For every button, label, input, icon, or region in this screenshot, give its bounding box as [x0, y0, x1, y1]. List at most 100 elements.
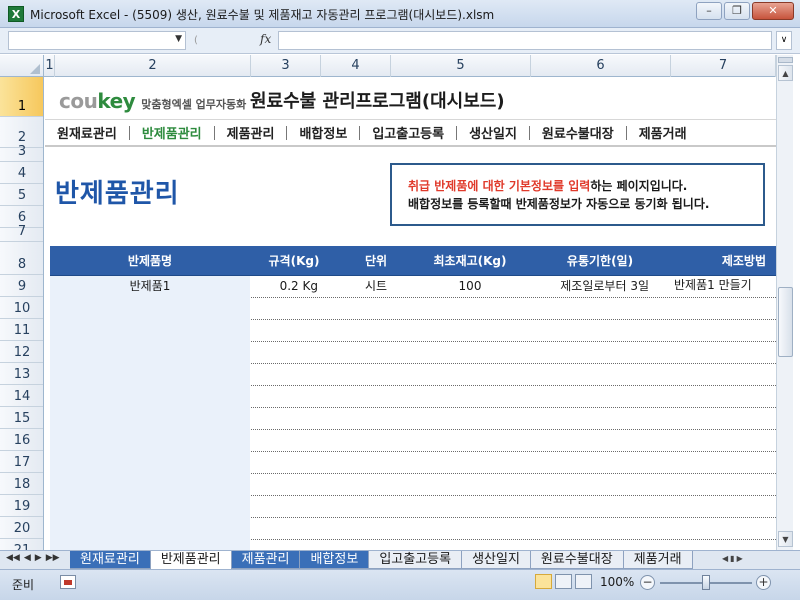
row-header-cell[interactable]: 17 [0, 451, 43, 473]
row-header-cell[interactable]: 21 [0, 539, 43, 550]
nav-item-formula-info[interactable]: 배합정보 [287, 123, 359, 142]
cell-initial-stock[interactable]: 100 [414, 276, 526, 298]
scroll-thumb[interactable] [778, 287, 793, 357]
table-row[interactable] [50, 386, 776, 408]
zoom-out-button[interactable]: − [640, 575, 655, 590]
table-row[interactable] [50, 518, 776, 540]
restore-button[interactable]: ❐ [724, 2, 750, 20]
insert-function-button[interactable]: fx [260, 32, 271, 46]
column-header-cell[interactable]: 4 [321, 55, 391, 77]
table-row[interactable] [50, 496, 776, 518]
zoom-in-button[interactable]: + [756, 575, 771, 590]
close-button[interactable]: ✕ [752, 2, 794, 20]
table-header-cell[interactable]: 규격(Kg) [250, 246, 338, 276]
row-header-cell[interactable]: 11 [0, 319, 43, 341]
page-layout-view-button[interactable] [555, 574, 572, 589]
record-macro-icon[interactable] [60, 575, 76, 589]
horizontal-scrollbar[interactable]: ◀ ▮ ▶ [722, 554, 778, 567]
row-header-cell[interactable]: 16 [0, 429, 43, 451]
first-sheet-icon[interactable]: ◀◀ [6, 553, 20, 563]
table-row[interactable]: 반제품1 0.2 Kg 시트 100 제조일로부터 3일 반제품1 만들기 [50, 276, 776, 298]
zoom-level[interactable]: 100% [600, 575, 634, 589]
scroll-right-icon[interactable]: ▶ [737, 554, 743, 567]
table-header-cell[interactable]: 제조방법 [674, 246, 776, 276]
tab-raw-material[interactable]: 원재료관리 [70, 551, 151, 569]
column-header-cell[interactable]: 7 [671, 55, 776, 77]
scroll-left-icon[interactable]: ◀ [722, 554, 728, 567]
last-sheet-icon[interactable]: ▶▶ [46, 553, 60, 563]
nav-item-product[interactable]: 제품관리 [215, 123, 287, 142]
table-header-cell[interactable]: 반제품명 [50, 246, 250, 276]
row-header-cell[interactable]: 12 [0, 341, 43, 363]
row-header-cell[interactable]: 10 [0, 297, 43, 319]
table-row[interactable] [50, 540, 776, 550]
row-header-cell[interactable]: 18 [0, 473, 43, 495]
table-row[interactable] [50, 298, 776, 320]
vertical-scrollbar[interactable]: ▲ ▼ [776, 55, 793, 550]
row-header-cell[interactable]: 4 [0, 162, 43, 184]
name-box[interactable]: ▼ [8, 31, 186, 50]
row-header-cell[interactable]: 3 [0, 144, 43, 162]
cell-unit[interactable]: 시트 [338, 276, 414, 298]
row-header-cell[interactable]: 19 [0, 495, 43, 517]
row-header-cell[interactable]: 13 [0, 363, 43, 385]
select-all-button[interactable] [0, 55, 44, 77]
nav-item-production-log[interactable]: 생산일지 [457, 123, 529, 142]
chevron-down-icon[interactable]: ▼ [175, 34, 182, 44]
tab-inout-register[interactable]: 입고출고등록 [369, 551, 463, 569]
row-header-cell[interactable]: 1 [0, 77, 43, 117]
nav-item-raw-material[interactable]: 원재료관리 [45, 123, 129, 142]
cell-semi-product-name[interactable]: 반제품1 [50, 276, 250, 298]
cell-shelf-life[interactable]: 제조일로부터 3일 [526, 276, 674, 298]
split-handle[interactable] [778, 57, 793, 63]
formula-cancel-icon[interactable]: ( [194, 35, 198, 46]
tab-ledger[interactable]: 원료수불대장 [530, 551, 624, 569]
scroll-up-icon[interactable]: ▲ [778, 65, 793, 81]
row-header-cell[interactable]: 20 [0, 517, 43, 539]
table-header-cell[interactable]: 최초재고(Kg) [414, 246, 526, 276]
minimize-button[interactable]: – [696, 2, 722, 20]
table-row[interactable] [50, 364, 776, 386]
column-header-cell[interactable]: 3 [251, 55, 321, 77]
table-header-cell[interactable]: 단위 [338, 246, 414, 276]
column-header-cell[interactable]: 1 [45, 55, 55, 77]
table-row[interactable] [50, 342, 776, 364]
scroll-down-icon[interactable]: ▼ [778, 531, 793, 547]
column-header-cell[interactable]: 6 [531, 55, 671, 77]
expand-formula-button[interactable]: ∨ [776, 31, 792, 50]
table-row[interactable] [50, 408, 776, 430]
table-row[interactable] [50, 452, 776, 474]
cell-method[interactable]: 반제품1 만들기 [674, 276, 776, 298]
nav-item-inout-register[interactable]: 입고출고등록 [360, 123, 456, 142]
row-header-cell[interactable]: 7 [0, 224, 43, 242]
row-header-cell[interactable]: 5 [0, 184, 43, 206]
zoom-slider-thumb[interactable] [702, 575, 710, 590]
next-sheet-icon[interactable]: ▶ [35, 553, 42, 563]
row-header-cell[interactable]: 8 [0, 242, 43, 275]
row-header-cell[interactable]: 14 [0, 385, 43, 407]
worksheet[interactable]: cou key 맞춤형엑셀 업무자동화 원료수불 관리프로그램(대시보드) 원재… [45, 77, 776, 550]
formula-input[interactable] [278, 31, 772, 50]
table-row[interactable] [50, 320, 776, 342]
nav-item-ledger[interactable]: 원료수불대장 [530, 123, 626, 142]
excel-app-icon[interactable]: X [8, 6, 24, 22]
normal-view-button[interactable] [535, 574, 552, 589]
page-break-view-button[interactable] [575, 574, 592, 589]
table-row[interactable] [50, 474, 776, 496]
tab-formula-info[interactable]: 배합정보 [300, 551, 370, 569]
nav-item-semi-product[interactable]: 반제품관리 [130, 123, 214, 142]
tab-semi-product[interactable]: 반제품관리 [150, 551, 232, 569]
prev-sheet-icon[interactable]: ◀ [24, 553, 31, 563]
table-header-cell[interactable]: 유통기한(일) [526, 246, 674, 276]
column-header-cell[interactable]: 5 [391, 55, 531, 77]
column-header-cell[interactable]: 2 [55, 55, 251, 77]
scroll-track[interactable]: ▮ [730, 554, 734, 567]
row-header-cell[interactable]: 15 [0, 407, 43, 429]
cell-spec[interactable]: 0.2 Kg [250, 276, 318, 298]
table-row[interactable] [50, 430, 776, 452]
nav-item-product-trade[interactable]: 제품거래 [627, 123, 699, 142]
tab-production-log[interactable]: 생산일지 [462, 551, 531, 569]
tab-product[interactable]: 제품관리 [231, 551, 301, 569]
row-header-cell[interactable]: 9 [0, 275, 43, 297]
tab-product-trade[interactable]: 제품거래 [623, 551, 693, 569]
